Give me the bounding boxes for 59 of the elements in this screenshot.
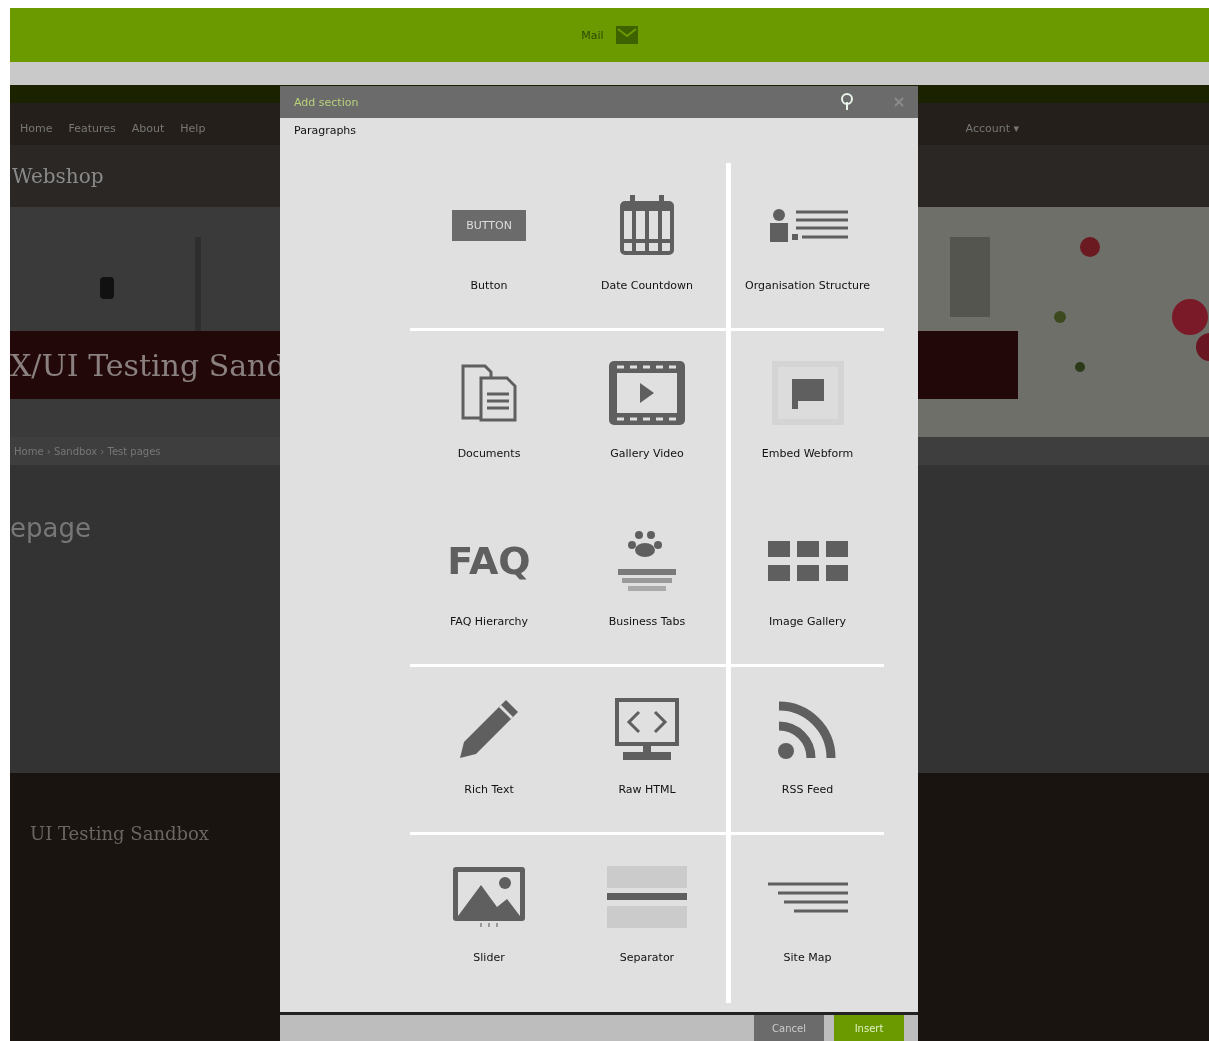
code-monitor-icon: [615, 698, 679, 760]
page-heading: epage: [10, 513, 91, 543]
tile-label: Separator: [619, 951, 675, 964]
dialog-subtitle: Paragraphs: [293, 123, 358, 137]
nav-link[interactable]: About: [131, 122, 165, 135]
nav-link[interactable]: Home: [20, 122, 53, 135]
dialog-title: Add section: [294, 95, 360, 109]
separator-icon: [607, 866, 687, 928]
paragraph-type-tile[interactable]: RSS Feed: [726, 667, 884, 835]
tile-label: Raw HTML: [618, 783, 676, 796]
paragraph-type-tile[interactable]: Business Tabs: [568, 499, 726, 667]
footer-title: UI Testing Sandbox: [30, 823, 209, 844]
tile-label: Embed Webform: [761, 447, 854, 460]
tile-label: RSS Feed: [781, 783, 834, 796]
paragraph-type-tile[interactable]: Gallery Video: [568, 331, 726, 499]
video-icon: [609, 361, 685, 425]
indented-list-icon: [767, 881, 848, 913]
paragraph-type-tile[interactable]: Raw HTML: [568, 667, 726, 835]
nav-link[interactable]: Help: [180, 122, 206, 135]
contact-list-icon: [767, 208, 848, 242]
paragraph-type-tile[interactable]: Date Countdown: [568, 163, 726, 331]
tile-label: FAQ Hierarchy: [450, 615, 528, 628]
pencil-icon: [458, 698, 520, 760]
paragraph-type-tile[interactable]: Slider: [410, 835, 568, 1003]
tile-label: Button: [470, 279, 508, 292]
tile-label: Organisation Structure: [745, 279, 870, 292]
faq-icon: FAQ: [447, 539, 531, 583]
paragraph-type-tile[interactable]: Image Gallery: [726, 499, 884, 667]
envelope-icon[interactable]: [615, 26, 638, 44]
close-icon[interactable]: [894, 97, 904, 107]
paragraph-type-tile[interactable]: Documents: [410, 331, 568, 499]
button-icon: BUTTON: [452, 209, 526, 241]
paragraph-type-tile[interactable]: Embed Webform: [726, 331, 884, 499]
breadcrumb: Home › Sandbox › Test pages: [14, 445, 161, 457]
paragraph-type-tile[interactable]: BUTTON Button: [410, 163, 568, 331]
tile-label: Rich Text: [464, 783, 514, 796]
account-menu[interactable]: Account ▾: [965, 122, 1019, 135]
tile-label: Site Map: [783, 951, 832, 964]
paragraph-type-tile[interactable]: Organisation Structure: [726, 163, 884, 331]
tile-label: Date Countdown: [600, 279, 694, 292]
tile-label: Image Gallery: [768, 615, 847, 628]
tile-label: Slider: [473, 951, 505, 964]
tile-label: Business Tabs: [608, 615, 686, 628]
paragraph-type-tile[interactable]: Rich Text: [410, 667, 568, 835]
tile-label: Gallery Video: [610, 447, 684, 460]
info-icon[interactable]: [840, 93, 854, 111]
paw-list-icon: [618, 529, 676, 593]
paragraph-type-tile[interactable]: FAQ FAQ Hierarchy: [410, 499, 568, 667]
calendar-icon: [620, 195, 674, 255]
paragraph-type-tile[interactable]: Separator: [568, 835, 726, 1003]
embed-icon: [771, 361, 844, 425]
tile-label: Documents: [457, 447, 521, 460]
paragraph-type-tile[interactable]: Site Map: [726, 835, 884, 1003]
nav-link[interactable]: Features: [68, 122, 116, 135]
site-logo[interactable]: Webshop: [12, 164, 104, 188]
documents-icon: [461, 364, 517, 422]
image-grid-icon: [767, 541, 848, 581]
top-bar-text: Mail: [581, 28, 604, 42]
image-icon: [453, 867, 525, 927]
